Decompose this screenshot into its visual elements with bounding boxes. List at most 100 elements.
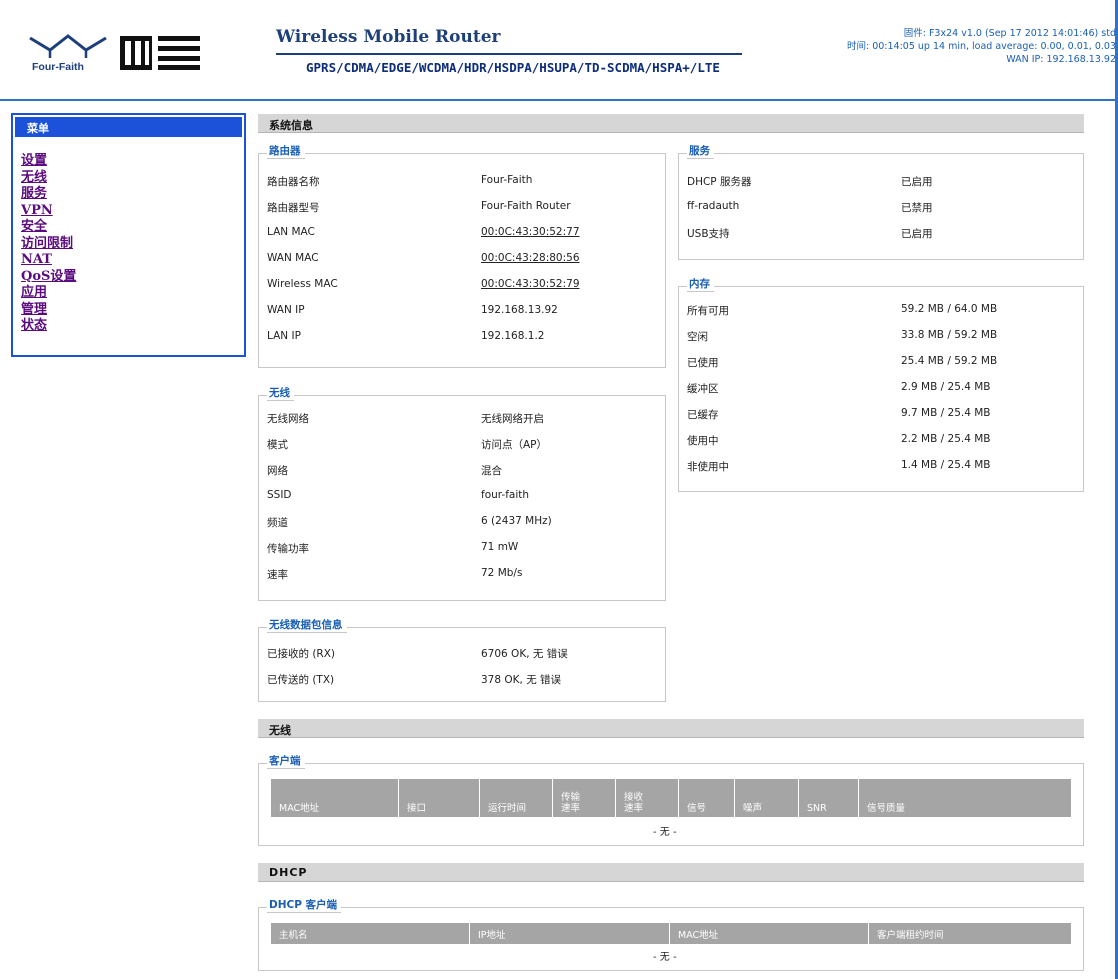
wireless-clients-empty: - 无 - — [653, 827, 677, 838]
router-box: 路由器 路由器名称 Four-Faith 路由器型号 Four-Faith Rout… — [258, 143, 666, 368]
info-row: USB支持 已启用 — [679, 226, 1083, 252]
dhcp-section-header: DHCP — [258, 863, 1084, 882]
row-label: Wireless MAC — [267, 278, 338, 290]
info-row: SSID four-faith — [259, 489, 665, 515]
row-label: 空闲 — [687, 331, 708, 343]
info-row: 已使用 25.4 MB / 59.2 MB — [679, 355, 1083, 381]
dhcp-clients-table-header: 主机名 IP地址 MAC地址 客户端租约时间 — [271, 923, 1071, 944]
row-label: 所有可用 — [687, 305, 729, 317]
row-label: SSID — [267, 489, 292, 501]
menu-item-access-restrictions[interactable]: 访问限制 — [21, 236, 244, 253]
row-value: 378 OK, 无 错误 — [481, 674, 562, 686]
menu-item-applications[interactable]: 应用 — [21, 285, 244, 302]
info-row: 缓冲区 2.9 MB / 25.4 MB — [679, 381, 1083, 407]
row-value: 访问点（AP） — [481, 439, 548, 451]
info-row: 网络 混合 — [259, 463, 665, 489]
row-label: 已接收的 (RX) — [267, 648, 336, 660]
row-label: 已缓存 — [687, 409, 719, 421]
menu-item-wireless[interactable]: 无线 — [21, 170, 244, 187]
row-value: 9.7 MB / 25.4 MB — [901, 407, 991, 419]
row-value: 2.9 MB / 25.4 MB — [901, 381, 991, 393]
wireless-legend: 无线 — [267, 385, 294, 401]
row-value: 1.4 MB / 25.4 MB — [901, 459, 991, 471]
col-uptime: 运行时间 — [480, 779, 553, 817]
menu-item-vpn[interactable]: VPN — [21, 203, 244, 220]
col-lease-time: 客户端租约时间 — [869, 923, 1071, 944]
row-label: 无线网络 — [267, 413, 309, 425]
info-row: ff-radauth 已禁用 — [679, 200, 1083, 226]
info-row: 已传送的 (TX) 378 OK, 无 错误 — [259, 672, 665, 698]
col-signal: 信号 — [679, 779, 735, 817]
info-row: WAN IP 192.168.13.92 — [259, 304, 665, 330]
row-value: 71 mW — [481, 541, 519, 553]
menu-item-administration[interactable]: 管理 — [21, 302, 244, 319]
row-value: Four-Faith — [481, 174, 533, 186]
row-value: four-faith — [481, 489, 530, 501]
header-divider — [0, 99, 1118, 101]
row-label: ff-radauth — [687, 200, 740, 212]
menu-item-nat[interactable]: NAT — [21, 252, 244, 269]
title-divider — [276, 53, 742, 55]
row-label: 速率 — [267, 569, 288, 581]
info-row: LAN MAC 00:0C:43:30:52:77 — [259, 226, 665, 252]
row-label: WAN MAC — [267, 252, 319, 264]
row-label: 网络 — [267, 465, 288, 477]
col-signal-quality: 信号质量 — [859, 779, 1071, 817]
info-row: 空闲 33.8 MB / 59.2 MB — [679, 329, 1083, 355]
wireless-mac-link[interactable]: 00:0C:43:30:52:79 — [481, 278, 580, 290]
info-row: 已缓存 9.7 MB / 25.4 MB — [679, 407, 1083, 433]
system-info-header: 系统信息 — [258, 114, 1084, 133]
row-value: 6706 OK, 无 错误 — [481, 648, 568, 660]
header: Four-Faith Wireless Mobile Router GPRS/C… — [0, 0, 1118, 100]
logo-text: Four-Faith — [32, 61, 84, 73]
info-row: 传输功率 71 mW — [259, 541, 665, 567]
col-noise: 噪声 — [735, 779, 799, 817]
info-row: 非使用中 1.4 MB / 25.4 MB — [679, 459, 1083, 485]
memory-legend: 内存 — [687, 276, 714, 292]
col-hostname: 主机名 — [271, 923, 470, 944]
menu-item-services[interactable]: 服务 — [21, 186, 244, 203]
col-mac-address: MAC地址 — [670, 923, 869, 944]
row-label: 已传送的 (TX) — [267, 674, 335, 686]
row-label: 已使用 — [687, 357, 719, 369]
row-value: 已启用 — [901, 176, 933, 188]
info-row: 已接收的 (RX) 6706 OK, 无 错误 — [259, 646, 665, 672]
info-row: 速率 72 Mb/s — [259, 567, 665, 593]
dhcp-clients-legend: DHCP 客户端 — [267, 897, 342, 913]
row-label: 传输功率 — [267, 543, 309, 555]
row-label: 模式 — [267, 439, 288, 451]
info-row: 频道 6 (2437 MHz) — [259, 515, 665, 541]
lan-mac-link[interactable]: 00:0C:43:30:52:77 — [481, 226, 580, 238]
menu-item-qos[interactable]: QoS设置 — [21, 269, 244, 286]
four-faith-logo: Four-Faith — [29, 34, 200, 73]
uptime-info: 时间: 00:14:05 up 14 min, load average: 0.… — [846, 41, 1116, 52]
row-value: 已禁用 — [901, 202, 933, 214]
row-label: LAN MAC — [267, 226, 315, 238]
col-ip-address: IP地址 — [470, 923, 670, 944]
row-value: 192.168.13.92 — [481, 304, 558, 316]
row-label: USB支持 — [687, 228, 730, 240]
row-value: Four-Faith Router — [481, 200, 571, 212]
memory-box: 内存 所有可用 59.2 MB / 64.0 MB 空闲 33.8 MB / 59.… — [678, 276, 1084, 492]
col-tx-rate: 传输 速率 — [553, 779, 616, 817]
row-value: 25.4 MB / 59.2 MB — [901, 355, 998, 367]
col-snr: SNR — [799, 779, 859, 817]
row-label: DHCP 服务器 — [687, 176, 752, 188]
col-interface: 接口 — [399, 779, 480, 817]
wireless-clients-legend: 客户端 — [267, 753, 305, 769]
row-label: 路由器名称 — [267, 176, 320, 188]
router-legend: 路由器 — [267, 143, 305, 159]
services-legend: 服务 — [687, 143, 714, 159]
menu-item-security[interactable]: 安全 — [21, 219, 244, 236]
menu-item-setup[interactable]: 设置 — [21, 153, 244, 170]
row-value: 无线网络开启 — [481, 413, 544, 425]
row-label: 频道 — [267, 517, 288, 529]
product-subtitle: GPRS/CDMA/EDGE/WCDMA/HDR/HSDPA/HSUPA/TD-… — [306, 60, 720, 75]
services-box: 服务 DHCP 服务器 已启用 ff-radauth 已禁用 USB支持 已启用 — [678, 143, 1084, 260]
info-row: 所有可用 59.2 MB / 64.0 MB — [679, 303, 1083, 329]
info-row: LAN IP 192.168.1.2 — [259, 330, 665, 356]
wan-mac-link[interactable]: 00:0C:43:28:80:56 — [481, 252, 580, 264]
wan-ip-info: WAN IP: 192.168.13.92 — [1006, 54, 1116, 65]
col-mac-address: MAC地址 — [271, 779, 399, 817]
menu-item-status[interactable]: 状态 — [21, 318, 244, 335]
